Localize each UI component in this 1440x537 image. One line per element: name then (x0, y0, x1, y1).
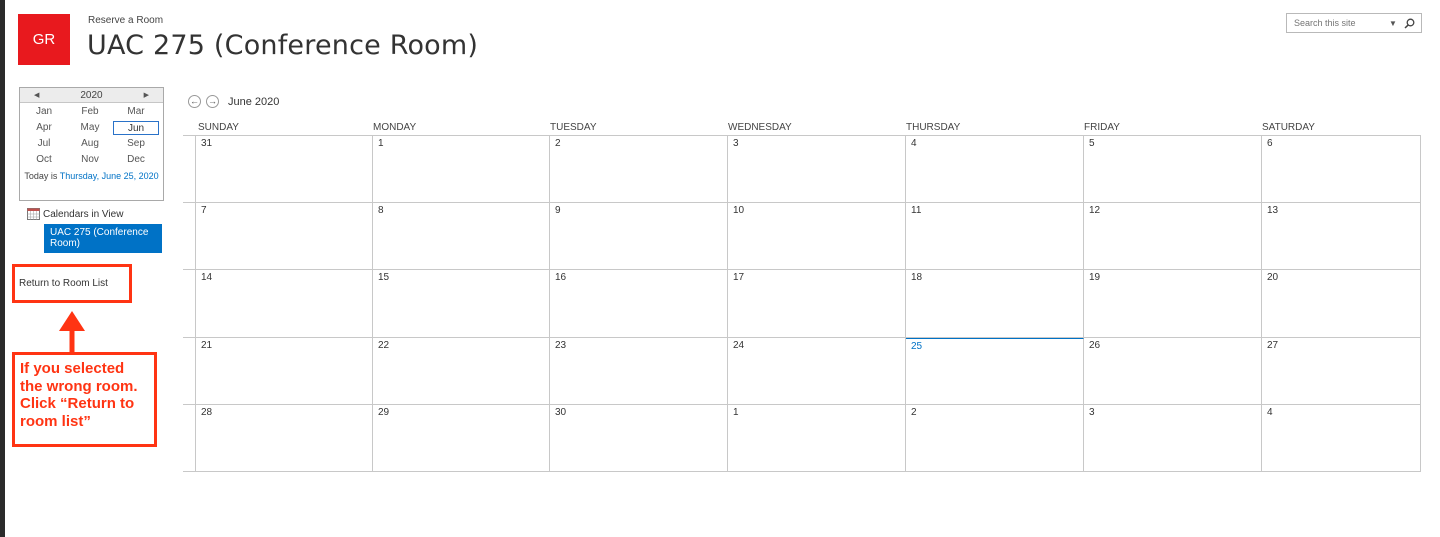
day-header-wednesday: WEDNESDAY (728, 122, 792, 133)
day-header-monday: MONDAY (373, 122, 417, 133)
month-jun[interactable]: Jun (113, 121, 159, 135)
month-jan[interactable]: Jan (21, 105, 67, 119)
day-cell[interactable]: 2 (906, 404, 1084, 471)
day-cell[interactable]: 8 (373, 203, 550, 270)
week-gutter (183, 404, 196, 471)
search-scope-dropdown-icon[interactable]: ▼ (1389, 19, 1397, 28)
month-apr[interactable]: Apr (21, 121, 67, 135)
month-dec[interactable]: Dec (113, 153, 159, 167)
day-cell[interactable]: 28 (196, 404, 373, 471)
day-cell[interactable]: 21 (196, 337, 373, 404)
month-oct[interactable]: Oct (21, 153, 67, 167)
day-cell[interactable]: 13 (1262, 203, 1421, 270)
month-navigation: ← → June 2020 (188, 95, 279, 108)
annotation-text: If you selected the wrong room. Click “R… (20, 360, 138, 430)
search-input[interactable] (1287, 18, 1383, 28)
calendar-item-uac-275[interactable]: UAC 275 (Conference Room) (44, 224, 162, 253)
search-icon[interactable] (1404, 18, 1415, 29)
day-cell[interactable]: 29 (373, 404, 550, 471)
day-header-sunday: SUNDAY (198, 122, 239, 133)
week-gutter (183, 337, 196, 404)
day-cell[interactable]: 1 (373, 136, 550, 203)
month-aug[interactable]: Aug (67, 137, 113, 151)
month-mar[interactable]: Mar (113, 105, 159, 119)
day-cell[interactable]: 4 (906, 136, 1084, 203)
week-row: 7 8 9 10 11 12 13 (183, 203, 1421, 271)
today-prefix: Today is (24, 171, 60, 181)
date-picker: ◀ 2020 ▶ Jan Feb Mar Apr May Jun Jul Aug Sep Oct N… (19, 87, 164, 201)
site-logo[interactable]: GR (18, 14, 70, 65)
date-picker-header: ◀ 2020 ▶ (20, 88, 163, 103)
day-cell[interactable]: 15 (373, 270, 550, 337)
week-row: 14 15 16 17 18 19 20 (183, 270, 1421, 338)
day-cell[interactable]: 23 (550, 337, 728, 404)
week-row: 28 29 30 1 2 3 4 (183, 404, 1421, 472)
month-calendar: SUNDAY MONDAY TUESDAY WEDNESDAY THURSDAY FRID… (183, 121, 1421, 472)
day-cell[interactable]: 10 (728, 203, 906, 270)
calendar-icon (27, 208, 40, 220)
next-year-icon[interactable]: ▶ (144, 91, 149, 99)
day-header-row: SUNDAY MONDAY TUESDAY WEDNESDAY THURSDAY FRID… (183, 121, 1421, 135)
month-sep[interactable]: Sep (113, 137, 159, 151)
day-cell[interactable]: 1 (728, 404, 906, 471)
calendars-in-view-label: Calendars in View (43, 208, 124, 220)
day-cell[interactable]: 6 (1262, 136, 1421, 203)
page-title: UAC 275 (Conference Room) (87, 30, 479, 61)
day-cell[interactable]: 4 (1262, 404, 1421, 471)
calendar-grid: 31 1 2 3 4 5 6 7 8 9 10 11 12 13 14 15 16 17 18 19 20 21 22 23 2… (183, 135, 1421, 472)
month-nov[interactable]: Nov (67, 153, 113, 167)
return-to-room-list-link[interactable]: Return to Room List (19, 278, 108, 289)
day-cell[interactable]: 31 (196, 136, 373, 203)
day-header-tuesday: TUESDAY (550, 122, 597, 133)
month-may[interactable]: May (67, 121, 113, 135)
day-cell[interactable]: 3 (1084, 404, 1262, 471)
day-header-friday: FRIDAY (1084, 122, 1120, 133)
day-cell[interactable]: 11 (906, 203, 1084, 270)
day-cell[interactable]: 19 (1084, 270, 1262, 337)
day-cell[interactable]: 3 (728, 136, 906, 203)
day-cell[interactable]: 26 (1084, 337, 1262, 404)
week-gutter (183, 136, 196, 203)
day-cell[interactable]: 9 (550, 203, 728, 270)
picker-year: 2020 (80, 89, 103, 101)
today-label: Today is Thursday, June 25, 2020 (20, 171, 163, 182)
day-header-saturday: SATURDAY (1262, 122, 1315, 133)
calendars-in-view-heading: Calendars in View (27, 208, 123, 220)
annotation-arrow-icon (59, 311, 85, 353)
window-edge (0, 0, 5, 537)
day-cell[interactable]: 30 (550, 404, 728, 471)
day-cell[interactable]: 16 (550, 270, 728, 337)
today-link[interactable]: Thursday, June 25, 2020 (60, 171, 159, 181)
day-cell[interactable]: 27 (1262, 337, 1421, 404)
day-cell[interactable]: 20 (1262, 270, 1421, 337)
prev-year-icon[interactable]: ◀ (34, 91, 39, 99)
site-title-link[interactable]: Reserve a Room (88, 15, 163, 26)
month-title: June 2020 (228, 95, 280, 108)
month-grid: Jan Feb Mar Apr May Jun Jul Aug Sep Oct Nov Dec (20, 103, 163, 167)
prev-month-icon[interactable]: ← (188, 95, 201, 108)
month-jul[interactable]: Jul (21, 137, 67, 151)
day-cell[interactable]: 24 (728, 337, 906, 404)
week-row: 21 22 23 24 25 26 27 (183, 337, 1421, 405)
logo-text: GR (32, 31, 56, 48)
week-row: 31 1 2 3 4 5 6 (183, 136, 1421, 204)
day-cell[interactable]: 14 (196, 270, 373, 337)
search-box[interactable]: ▼ (1286, 13, 1422, 33)
annotation-callout: If you selected the wrong room. Click “R… (12, 352, 157, 447)
day-cell[interactable]: 12 (1084, 203, 1262, 270)
day-cell[interactable]: 22 (373, 337, 550, 404)
month-feb[interactable]: Feb (67, 105, 113, 119)
week-gutter (183, 270, 196, 337)
day-header-thursday: THURSDAY (906, 122, 961, 133)
day-cell[interactable]: 7 (196, 203, 373, 270)
day-cell[interactable]: 18 (906, 270, 1084, 337)
day-cell[interactable]: 5 (1084, 136, 1262, 203)
day-cell[interactable]: 17 (728, 270, 906, 337)
next-month-icon[interactable]: → (206, 95, 219, 108)
day-cell-today[interactable]: 25 (906, 337, 1084, 404)
day-cell[interactable]: 2 (550, 136, 728, 203)
week-gutter (183, 203, 196, 270)
